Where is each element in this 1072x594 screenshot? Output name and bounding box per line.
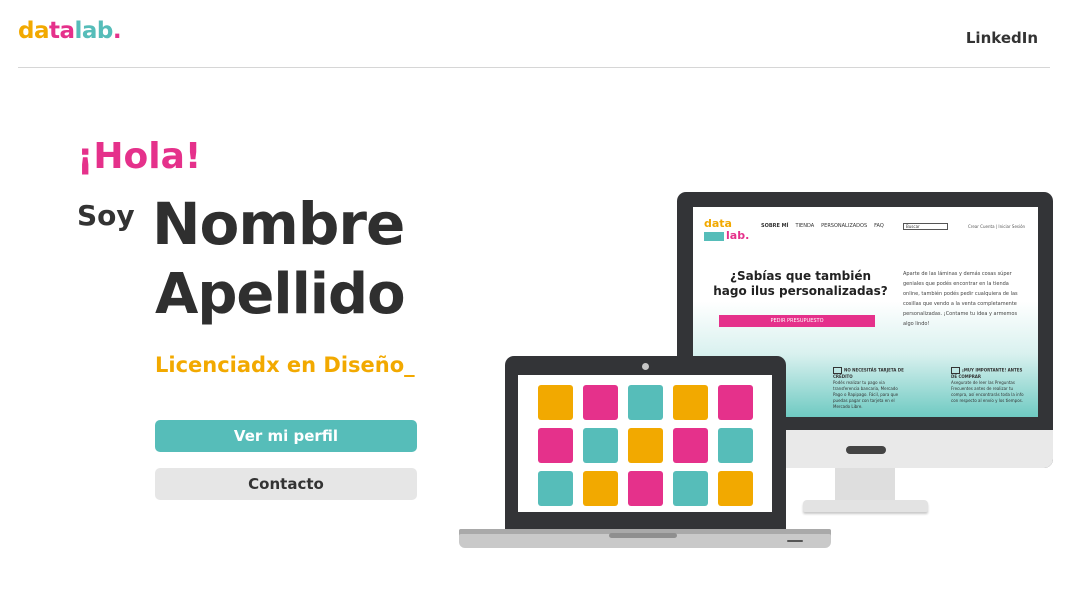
laptop-indicator [787,540,803,542]
color-tile [718,385,753,420]
card-icon [833,367,842,374]
mini-feature-2: ¡MUY IMPORTANTE! ANTES DE COMPRAR Asegur… [951,367,1026,404]
color-tile [583,385,618,420]
color-tile [718,471,753,506]
header-divider [18,67,1050,68]
mini-budget-button: PEDIR PRESUPUESTO [719,315,875,327]
contact-button[interactable]: Contacto [155,468,417,500]
mini-search: Buscar [903,223,948,230]
mini-logo-dots [704,231,724,241]
color-tile [538,385,573,420]
mini-nav: SOBRE MÍ TIENDA PERSONALIZADOS FAQ [761,223,884,229]
logo-part: lab [74,18,114,44]
color-tile [673,428,708,463]
mini-nav-item: TIENDA [795,223,815,229]
mini-heading: ¿Sabías que también hago ilus personaliz… [713,269,888,298]
mini-feature-2-title: ¡MUY IMPORTANTE! ANTES DE COMPRAR [951,367,1023,380]
mini-nav-item: FAQ [874,223,884,229]
greeting-heading: ¡Hola! [77,136,202,177]
warning-icon [951,367,960,374]
color-tile [538,428,573,463]
mini-logo-line2: lab. [726,229,750,242]
monitor-slot [846,446,886,454]
role-subtitle: Licenciadx en Diseño_ [155,353,415,377]
mini-feature-1: NO NECESITÁS TARJETA DE CRÉDITO Podés re… [833,367,908,410]
color-tile [628,471,663,506]
laptop-notch [609,533,677,538]
monitor-stand-base [803,500,928,512]
mini-nav-item: PERSONALIZADOS [821,223,868,229]
laptop-tile-grid [538,385,753,506]
mini-account-links: Crear Cuenta | Iniciar Sesión [968,224,1026,229]
color-tile [673,385,708,420]
mini-paragraph: Aparte de las láminas y demás cosas súpe… [903,271,1018,327]
laptop-base [459,529,831,548]
monitor-stand-neck [835,468,895,504]
mini-feature-2-text: Asegurate de leer las Preguntas Frecuent… [951,380,1024,403]
color-tile [673,471,708,506]
last-name-heading: Apellido [155,262,406,327]
color-tile [628,428,663,463]
color-tile [583,428,618,463]
color-tile [538,471,573,506]
color-tile [583,471,618,506]
logo-part: . [112,18,122,44]
logo-part: da [18,18,49,44]
site-logo[interactable]: datalab. [18,18,122,44]
mini-nav-item: SOBRE MÍ [761,223,789,229]
view-profile-button[interactable]: Ver mi perfil [155,420,417,452]
color-tile [718,428,753,463]
mini-logo: data lab. [704,218,749,242]
logo-part: ta [48,18,75,44]
color-tile [628,385,663,420]
intro-text: Soy [77,199,135,232]
mini-feature-1-text: Podés realizar tu pago via transferencia… [833,380,899,409]
first-name-heading: Nombre [152,190,405,258]
nav-link-linkedin[interactable]: LinkedIn [966,29,1038,47]
laptop-camera [642,363,649,370]
mini-feature-1-title: NO NECESITÁS TARJETA DE CRÉDITO [833,367,904,380]
